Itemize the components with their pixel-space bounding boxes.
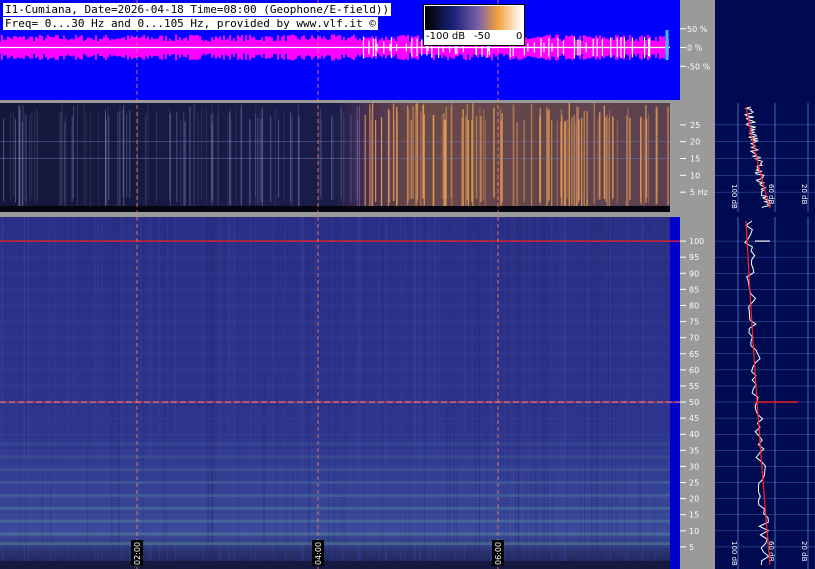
title-line-2: Freq= 0...30 Hz and 0...105 Hz, provided… [3, 17, 378, 30]
high-spectrogram-floor [0, 561, 670, 569]
high-spectrogram-band [0, 493, 670, 497]
side-xtick-label: 20 dB [800, 541, 808, 562]
high-spectrogram-band [0, 532, 670, 536]
high-spectrogram-bg [0, 217, 670, 569]
side-xtick-label: 100 dB [730, 184, 738, 209]
high-ytick-label: 15 [689, 511, 699, 520]
colorbar-gradient [425, 6, 522, 30]
high-ytick-label: 60 [689, 366, 699, 375]
high-ytick-label: 45 [689, 414, 699, 423]
low-ytick-label: 10 [690, 171, 700, 180]
spectrogram-figure: 50 % 0 % -50 % 25 20 15 10 5 Hz 100 95 90 85 80 75 70 6… [0, 0, 815, 569]
low-ytick-label: 15 [690, 155, 700, 164]
high-spectrogram-band [0, 542, 670, 546]
wave-ytick-label: -50 % [687, 62, 711, 71]
figure-canvas: 50 %0 %-50 %252015105 Hz1009590858075706… [0, 0, 815, 569]
high-ytick-label: 65 [689, 350, 699, 359]
low-spectrogram-layer [0, 103, 670, 212]
time-tick-label: 06:00 [494, 542, 503, 565]
high-ytick-label: 70 [689, 334, 699, 343]
low-ytick-label: 5 Hz [690, 188, 708, 197]
high-ytick-label: 95 [689, 253, 699, 262]
high-spectrogram-band [0, 455, 670, 459]
high-ytick-label: 55 [689, 382, 699, 391]
side-xtick-label: 100 dB [730, 541, 738, 566]
high-ytick-label: 40 [689, 430, 699, 439]
high-ytick-label: 85 [689, 285, 699, 294]
high-ytick-label: 90 [689, 269, 699, 278]
high-spectrogram-band [0, 519, 670, 523]
low-spectrogram-floor [0, 206, 670, 212]
high-ytick-label: 75 [689, 318, 699, 327]
high-ytick-label: 35 [689, 446, 699, 455]
high-ytick-label: 50 [689, 398, 699, 407]
title-line-1: I1-Cumiana, Date=2026-04-18 Time=08:00 (… [3, 3, 392, 16]
colorbar: -100 dB -50 0 [423, 4, 525, 46]
time-tick-label: 02:00 [133, 542, 142, 565]
high-ytick-label: 30 [689, 462, 699, 471]
low-ytick-label: 25 [690, 121, 700, 130]
high-spectrogram-band [0, 442, 670, 446]
wave-ytick-label: 0 % [687, 44, 703, 53]
low-ytick-label: 20 [690, 138, 700, 147]
high-ytick-label: 100 [689, 237, 704, 246]
high-ytick-label: 5 [689, 543, 694, 552]
colorbar-label-max: 0 [516, 31, 523, 42]
side-panel [715, 0, 815, 569]
time-tick-label: 04:00 [314, 542, 323, 565]
wave-ytick-label: 50 % [687, 25, 708, 34]
high-ytick-label: 80 [689, 301, 699, 310]
colorbar-label-mid: -50 [474, 31, 491, 42]
high-ytick-label: 25 [689, 479, 699, 488]
high-spectrogram-band [0, 506, 670, 510]
high-ytick-label: 10 [689, 527, 699, 536]
colorbar-label-min: -100 dB [426, 31, 466, 42]
high-ytick-label: 20 [689, 495, 699, 504]
high-spectrogram-band [0, 468, 670, 472]
side-xtick-label: 20 dB [800, 184, 808, 205]
high-spectrogram-layer [0, 217, 680, 569]
